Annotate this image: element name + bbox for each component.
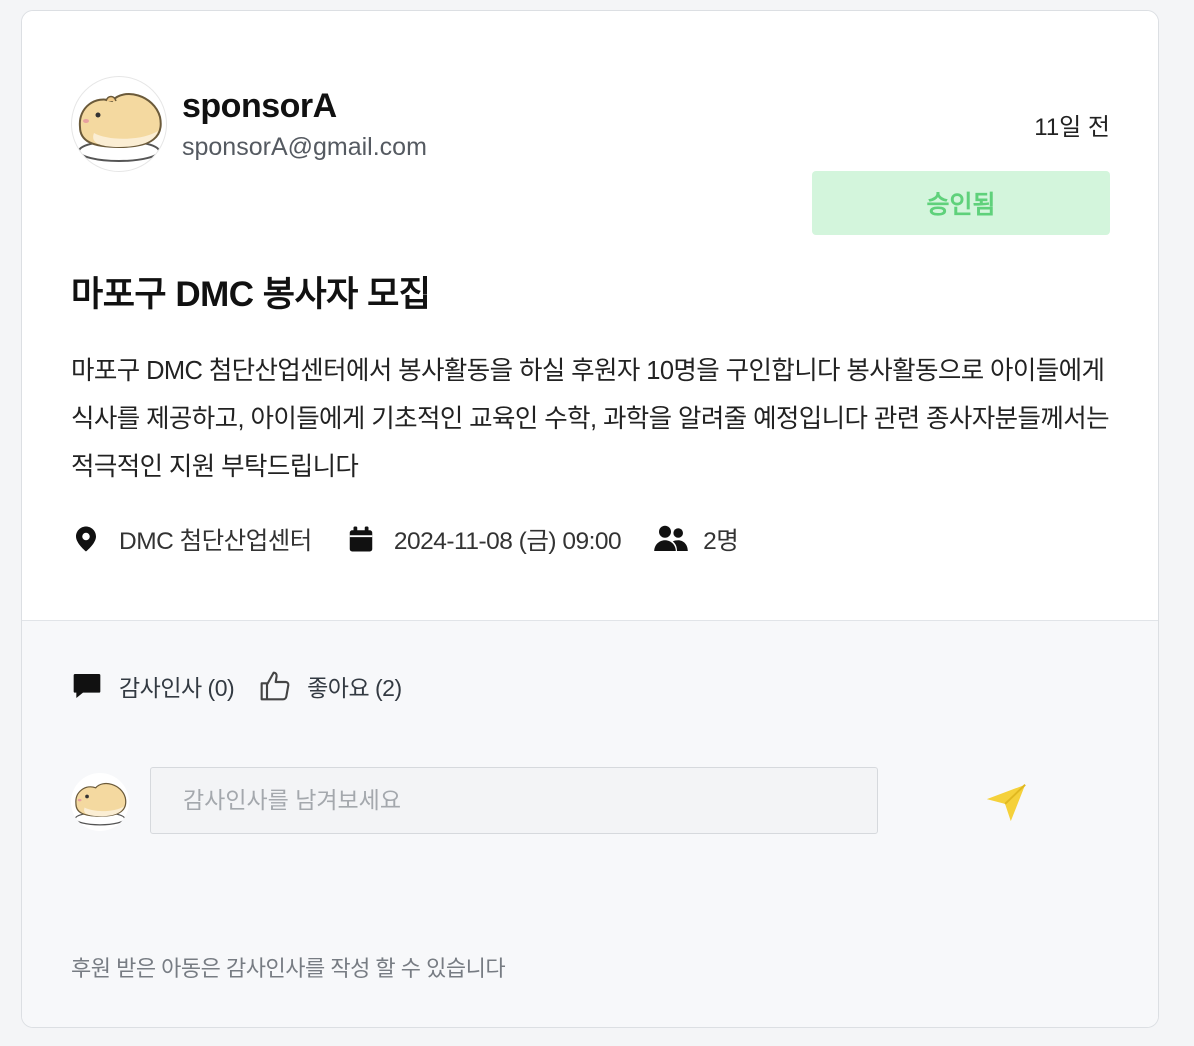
meta-participants-text: 2명	[703, 527, 739, 555]
meta-location-text: DMC 첨단산업센터	[119, 527, 312, 555]
post-time-ago: 11일 전	[1034, 114, 1110, 141]
map-pin-icon	[76, 526, 96, 552]
post-title: 마포구 DMC 봉사자 모집	[71, 275, 431, 314]
thanks-label: 감사인사 (0)	[119, 675, 235, 701]
thumbs-up-icon	[260, 671, 290, 701]
calendar-icon	[349, 526, 373, 552]
like-label: 좋아요 (2)	[307, 675, 402, 701]
meta-participants: 2명	[653, 522, 739, 557]
post-body: 마포구 DMC 첨단산업센터에서 봉사활동을 하실 후원자 10명을 구인합니다…	[71, 357, 1110, 481]
status-badge: 승인됨	[812, 171, 1110, 235]
send-button[interactable]	[978, 777, 1034, 827]
hamster-avatar-icon	[78, 93, 162, 162]
post-content-section: sponsorA sponsorA@gmail.com 11일 전 승인됨 마포…	[22, 11, 1158, 621]
author-avatar[interactable]	[71, 76, 167, 172]
meta-datetime-text: 2024-11-08 (금) 09:00	[393, 527, 622, 555]
comment-notice: 후원 받은 아동은 감사인사를 작성 할 수 있습니다	[71, 956, 506, 981]
like-button[interactable]: 좋아요 (2)	[259, 669, 402, 703]
author-name: sponsorA	[182, 87, 337, 125]
comment-input[interactable]	[150, 767, 878, 834]
comment-icon	[73, 674, 101, 698]
post-actions: 감사인사 (0) 좋아요 (2)	[71, 668, 402, 704]
author-email: sponsorA@gmail.com	[182, 133, 427, 161]
post-card: sponsorA sponsorA@gmail.com 11일 전 승인됨 마포…	[21, 10, 1159, 1028]
meta-location: DMC 첨단산업센터	[71, 522, 312, 557]
hamster-avatar-icon	[74, 782, 127, 826]
current-user-avatar	[71, 773, 129, 831]
send-icon	[986, 784, 1026, 822]
meta-datetime: 2024-11-08 (금) 09:00	[346, 522, 622, 557]
thanks-button[interactable]: 감사인사 (0)	[71, 669, 235, 703]
post-meta: DMC 첨단산업센터 2024-11-08 (금) 09:00 2명	[71, 519, 739, 559]
users-icon	[654, 525, 688, 551]
